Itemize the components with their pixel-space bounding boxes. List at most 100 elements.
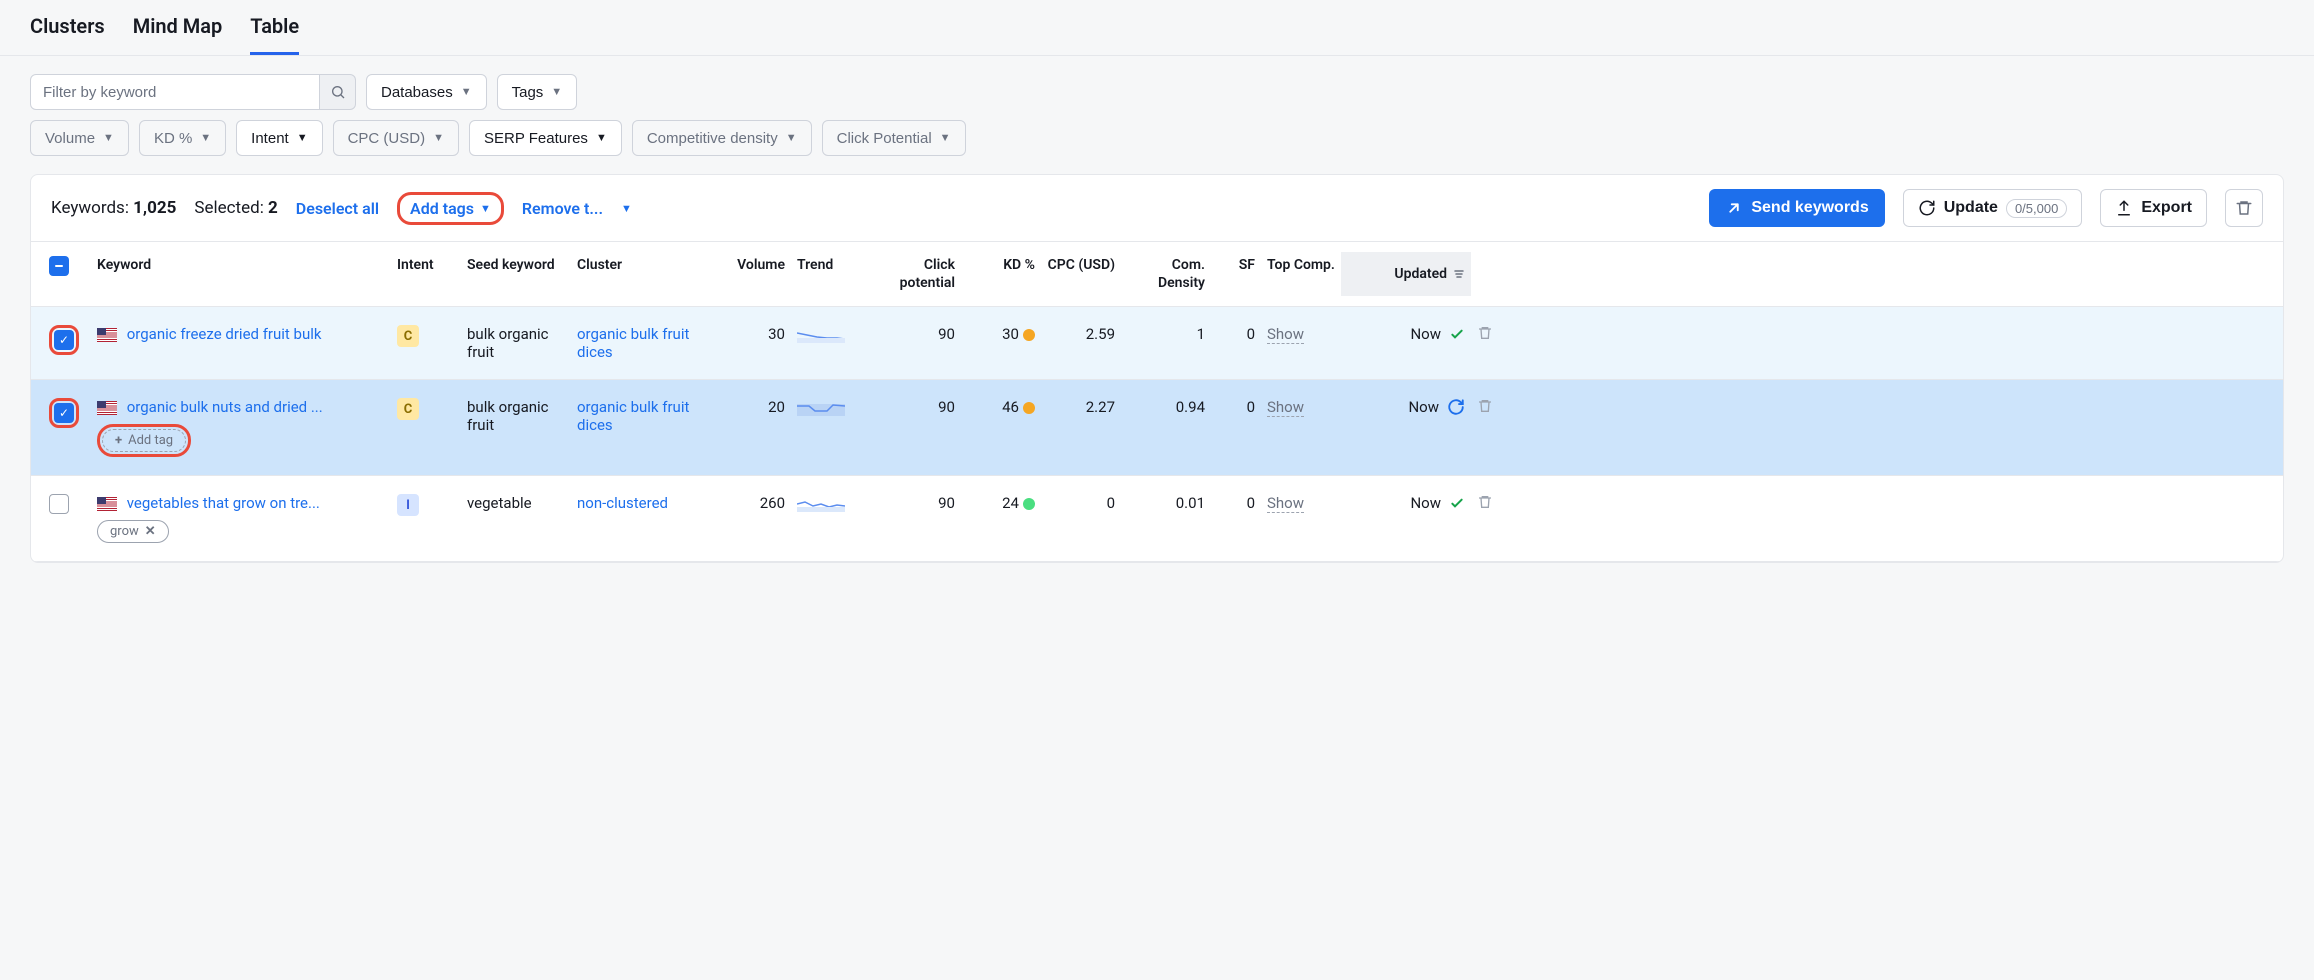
- trash-icon[interactable]: [1477, 398, 1493, 414]
- cell-cluster: organic bulk fruit dices: [571, 396, 701, 436]
- table-row: vegetables that grow on tre... grow ✕ I …: [31, 476, 2283, 562]
- keyword-link[interactable]: vegetables that grow on tre...: [127, 494, 320, 512]
- cell-cpc: 0: [1041, 492, 1121, 514]
- add-tag-label: Add tag: [128, 433, 173, 448]
- tab-mindmap[interactable]: Mind Map: [133, 14, 223, 55]
- col-cluster[interactable]: Cluster: [571, 252, 701, 278]
- updated-value: Now: [1410, 325, 1441, 343]
- show-link[interactable]: Show: [1267, 398, 1304, 417]
- trash-icon[interactable]: [1477, 494, 1493, 510]
- selected-total: Selected: 2: [194, 198, 277, 218]
- export-icon: [2115, 199, 2133, 217]
- tag-chip[interactable]: grow ✕: [97, 520, 169, 543]
- search-icon: [330, 84, 346, 100]
- search-button[interactable]: [320, 74, 356, 110]
- refresh-icon[interactable]: [1447, 398, 1465, 416]
- cluster-link[interactable]: non-clustered: [577, 494, 668, 512]
- chevron-down-icon: ▼: [433, 132, 444, 144]
- col-updated[interactable]: Updated: [1341, 252, 1471, 296]
- send-label: Send keywords: [1751, 199, 1868, 217]
- databases-filter[interactable]: Databases▼: [366, 74, 487, 110]
- cell-sf: 0: [1211, 323, 1261, 345]
- cell-updated: Now: [1341, 396, 1471, 418]
- tab-table[interactable]: Table: [250, 14, 299, 55]
- cluster-link[interactable]: organic bulk fruit dices: [577, 325, 689, 361]
- col-click-potential[interactable]: Click potential: [861, 252, 961, 296]
- row-checkbox[interactable]: ✓: [54, 403, 74, 423]
- cell-delete: [1471, 396, 1511, 416]
- intent-badge-i: I: [397, 494, 419, 516]
- checkbox-highlight: ✓: [49, 325, 79, 355]
- trend-sparkline: [797, 494, 845, 512]
- cpc-label: CPC (USD): [348, 130, 426, 147]
- keyword-filter-input[interactable]: [30, 74, 320, 110]
- serp-filter[interactable]: SERP Features▼: [469, 120, 622, 156]
- keyword-filter-group: [30, 74, 356, 110]
- competitive-filter[interactable]: Competitive density▼: [632, 120, 812, 156]
- add-tags-button[interactable]: Add tags ▼: [410, 199, 491, 218]
- cell-top-comp: Show: [1261, 323, 1341, 345]
- tab-clusters[interactable]: Clusters: [30, 14, 105, 55]
- volume-filter[interactable]: Volume▼: [30, 120, 129, 156]
- export-button[interactable]: Export: [2100, 189, 2207, 227]
- cell-keyword: vegetables that grow on tre... grow ✕: [91, 492, 391, 545]
- keyword-link[interactable]: organic bulk nuts and dried ...: [127, 398, 323, 416]
- cell-cluster: organic bulk fruit dices: [571, 323, 701, 363]
- keywords-total: Keywords: 1,025: [51, 198, 176, 218]
- click-potential-label: Click Potential: [837, 130, 932, 147]
- filter-bar-2: Volume▼ KD %▼ Intent▼ CPC (USD) ▼ SERP Fe…: [0, 110, 2314, 174]
- trend-sparkline: [797, 325, 845, 343]
- volume-label: Volume: [45, 130, 95, 147]
- cell-trend: [791, 323, 861, 349]
- delete-button[interactable]: [2225, 189, 2263, 227]
- checkbox-highlight: ✓: [49, 398, 79, 428]
- show-link[interactable]: Show: [1267, 325, 1304, 344]
- more-actions-button[interactable]: ▼: [621, 202, 632, 215]
- chevron-down-icon: ▼: [621, 202, 632, 215]
- cell-com-density: 0.94: [1121, 396, 1211, 418]
- updated-label: Updated: [1394, 265, 1447, 283]
- row-checkbox[interactable]: [49, 494, 69, 514]
- col-sf[interactable]: SF: [1211, 252, 1261, 278]
- col-trend[interactable]: Trend: [791, 252, 861, 278]
- row-select: [43, 492, 91, 520]
- cell-com-density: 0.01: [1121, 492, 1211, 514]
- col-seed[interactable]: Seed keyword: [461, 252, 571, 278]
- action-bar: Keywords: 1,025 Selected: 2 Deselect all…: [31, 175, 2283, 241]
- cell-top-comp: Show: [1261, 396, 1341, 418]
- trash-icon[interactable]: [1477, 325, 1493, 341]
- send-keywords-button[interactable]: Send keywords: [1709, 189, 1884, 227]
- click-potential-filter[interactable]: Click Potential▼: [822, 120, 966, 156]
- keyword-link[interactable]: organic freeze dried fruit bulk: [127, 325, 322, 343]
- row-select: ✓: [43, 323, 91, 357]
- check-icon: [1449, 326, 1465, 342]
- keywords-count: 1,025: [133, 198, 176, 218]
- check-icon: [1449, 495, 1465, 511]
- col-actions: [1471, 252, 1511, 260]
- deselect-all-button[interactable]: Deselect all: [296, 199, 379, 218]
- col-volume[interactable]: Volume: [701, 252, 791, 278]
- show-link[interactable]: Show: [1267, 494, 1304, 513]
- add-tag-button[interactable]: + Add tag: [102, 429, 186, 452]
- col-cpc[interactable]: CPC (USD): [1041, 252, 1121, 278]
- row-checkbox[interactable]: ✓: [54, 330, 74, 350]
- select-all-checkbox[interactable]: [49, 256, 69, 276]
- col-com-density[interactable]: Com. Density: [1121, 252, 1211, 296]
- remove-tags-button[interactable]: Remove t...: [522, 199, 603, 218]
- col-top-comp[interactable]: Top Comp.: [1261, 252, 1341, 278]
- selected-count: 2: [268, 198, 278, 218]
- col-keyword[interactable]: Keyword: [91, 252, 391, 278]
- close-icon[interactable]: ✕: [145, 524, 156, 539]
- us-flag-icon: [97, 328, 117, 342]
- kd-difficulty-dot: [1023, 329, 1035, 341]
- cluster-link[interactable]: organic bulk fruit dices: [577, 398, 689, 434]
- update-button[interactable]: Update 0/5,000: [1903, 189, 2083, 227]
- cell-cpc: 2.27: [1041, 396, 1121, 418]
- results-panel: Keywords: 1,025 Selected: 2 Deselect all…: [30, 174, 2284, 563]
- cpc-filter[interactable]: CPC (USD) ▼: [333, 120, 459, 156]
- col-kd[interactable]: KD %: [961, 252, 1041, 278]
- kd-filter[interactable]: KD %▼: [139, 120, 226, 156]
- intent-filter[interactable]: Intent▼: [236, 120, 322, 156]
- tags-filter[interactable]: Tags▼: [497, 74, 578, 110]
- col-intent[interactable]: Intent: [391, 252, 461, 278]
